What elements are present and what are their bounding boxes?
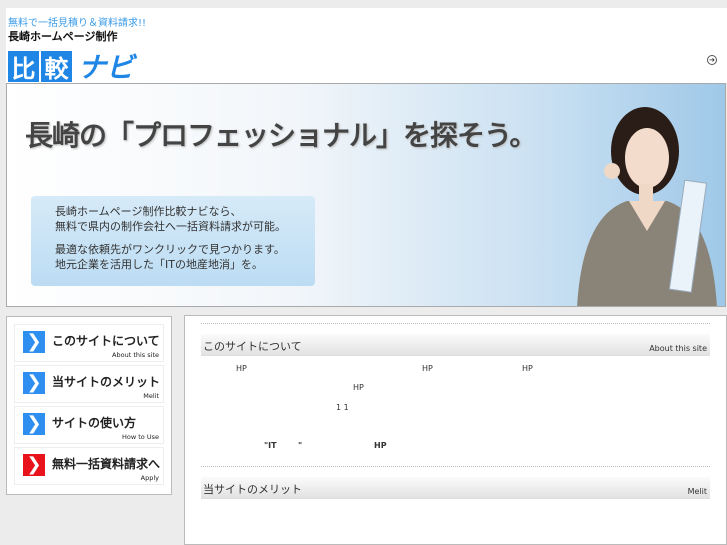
text-fragment: HP — [236, 364, 247, 373]
sidebar-item-merit[interactable]: ❯ 当サイトのメリット Melit — [14, 365, 164, 403]
main-content: このサイトについて About this site HP HP HP HP 1 1… — [184, 315, 727, 545]
section-header: このサイトについて About this site — [201, 334, 710, 356]
hero-line: 無料で県内の制作会社へ一括資料請求が可能。 — [55, 220, 286, 233]
section-about: このサイトについて About this site HP HP HP HP 1 1… — [201, 323, 710, 466]
section-merit: 当サイトのメリット Melit — [201, 466, 710, 499]
site-subtitle: 長崎ホームページ制作 — [8, 30, 118, 43]
text-fragment: " — [298, 441, 303, 450]
section-title: 当サイトのメリット — [203, 483, 302, 496]
chevron-right-icon: ❯ — [23, 413, 45, 435]
hero-line: 最適な依頼先がワンクリックで見つかります。 — [55, 243, 285, 256]
logo-text: ナビ — [78, 51, 135, 84]
text-fragment: 1 1 — [336, 403, 349, 412]
text-fragment: "IT — [264, 441, 277, 450]
nav-label: 無料一括資料請求へ — [52, 457, 161, 471]
nav-sublabel: How to Use — [122, 433, 159, 441]
logo-char: 較 — [41, 50, 72, 83]
text-fragment: HP — [422, 364, 433, 373]
tagline: 無料で一括見積り＆資料請求!! — [8, 18, 147, 29]
nav-sublabel: Melit — [143, 392, 159, 400]
nav-sublabel: About this site — [112, 351, 159, 359]
nav-label: 当サイトのメリット — [52, 375, 161, 389]
section-body: HP HP HP HP 1 1 "IT " HP — [201, 356, 710, 466]
nav-label: このサイトについて — [52, 334, 160, 348]
text-fragment: HP — [374, 441, 387, 450]
text-fragment: HP — [353, 383, 364, 392]
sidebar-item-apply[interactable]: ❯ 無料一括資料請求へ Apply — [14, 447, 164, 485]
hero-headline: 長崎の「プロフェッショナル」を探そう。 — [25, 119, 537, 152]
nav-sublabel: Apply — [140, 474, 159, 482]
header: 無料で一括見積り＆資料請求!! 長崎ホームページ制作 比 較 ナビ ➔ — [6, 8, 727, 86]
hero-line: 地元企業を活用した「ITの地産地消」を。 — [55, 258, 263, 271]
hero-banner: 長崎の「プロフェッショナル」を探そう。 長崎ホームページ制作比較ナビなら、 無料… — [6, 83, 726, 307]
arrow-circle-icon[interactable]: ➔ — [707, 55, 717, 65]
section-header: 当サイトのメリット Melit — [201, 477, 710, 499]
section-title: このサイトについて — [203, 340, 302, 353]
chevron-right-icon: ❯ — [23, 454, 45, 476]
nav-label: サイトの使い方 — [52, 416, 137, 430]
sidebar-item-about[interactable]: ❯ このサイトについて About this site — [14, 324, 164, 362]
logo[interactable]: 比 較 ナビ — [8, 46, 134, 86]
woman-photo — [577, 107, 717, 306]
logo-char: 比 — [8, 50, 39, 83]
text-fragment: HP — [522, 364, 533, 373]
chevron-right-icon: ❯ — [23, 372, 45, 394]
section-subtitle: About this site — [649, 344, 707, 353]
hero-line: 長崎ホームページ制作比較ナビなら、 — [55, 205, 242, 218]
hero-description: 長崎ホームページ制作比較ナビなら、 無料で県内の制作会社へ一括資料請求が可能。 … — [31, 196, 315, 286]
sidebar-nav: ❯ このサイトについて About this site ❯ 当サイトのメリット Meli… — [6, 316, 172, 495]
chevron-right-icon: ❯ — [23, 331, 45, 353]
sidebar-item-howto[interactable]: ❯ サイトの使い方 How to Use — [14, 406, 164, 444]
section-subtitle: Melit — [687, 487, 707, 496]
